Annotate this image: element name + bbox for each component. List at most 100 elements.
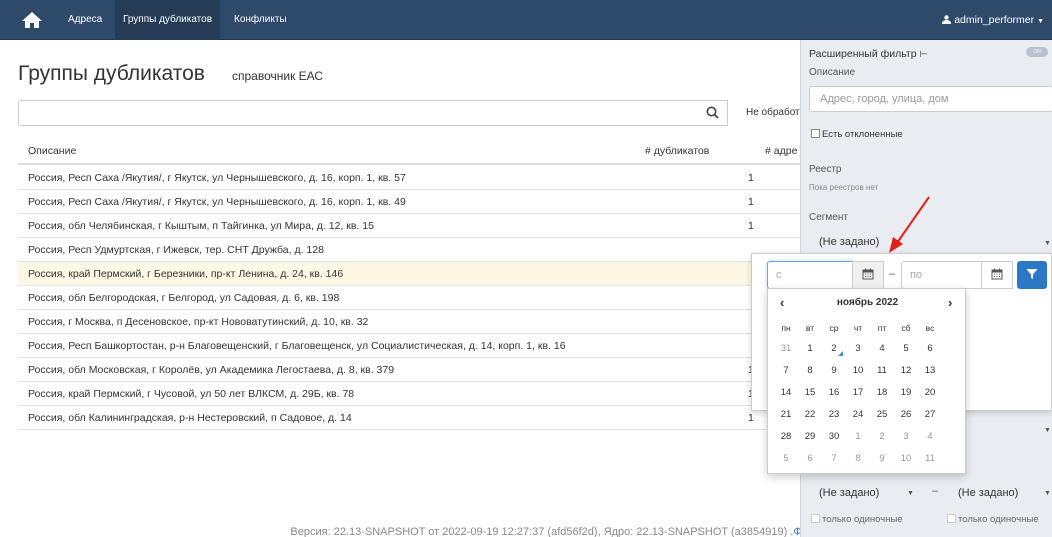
nav-duplicate-groups[interactable]: Группы дубликатов [115,0,221,40]
search-input[interactable] [18,100,699,126]
col-addresses-count[interactable]: # адре [765,138,797,165]
calendar-day[interactable]: 22 [798,405,822,425]
row-description: Россия, Респ Саха /Якутия/, г Якутск, ул… [28,196,406,208]
description-input[interactable]: Адрес, город, улица, дом [809,86,1052,112]
calendar-day[interactable]: 10 [894,449,918,469]
table-row[interactable]: Россия, обл Калининградская, р-н Нестеро… [18,406,800,430]
page-title: Группы дубликатов [18,62,205,85]
calendar-day[interactable]: 15 [798,383,822,403]
calendar-day[interactable]: 21 [774,405,798,425]
calendar-day[interactable]: 9 [870,449,894,469]
date-to-input[interactable]: по [901,261,983,289]
calendar-day[interactable]: 1 [846,427,870,447]
calendar-day[interactable]: 26 [894,405,918,425]
calendar-day[interactable]: 25 [870,405,894,425]
search-icon [706,106,719,119]
calendar-day[interactable]: 5 [774,449,798,469]
calendar-day[interactable]: 27 [918,405,942,425]
table-row[interactable]: Россия, Респ Саха /Якутия/, г Якутск, ул… [18,166,800,190]
only-single-right-checkbox[interactable]: только одиночные [947,514,1039,525]
registry-label: Реестр [809,164,842,175]
search-button[interactable] [698,100,728,126]
table-header: Описание # дубликатов # адре [18,138,800,165]
calendar-day[interactable]: 28 [774,427,798,447]
table-row[interactable]: Россия, Респ Саха /Якутия/, г Якутск, ул… [18,190,800,214]
chevron-down-icon: ▼ [1044,240,1051,247]
calendar-day[interactable]: 7 [774,361,798,381]
table-row[interactable]: Россия, Респ Башкортостан, р-н Благовеще… [18,334,800,358]
date-from-input[interactable]: с [767,261,853,289]
col-duplicates-count[interactable]: # дубликатов [645,138,709,165]
rejected-checkbox[interactable]: Есть отклоненные [811,129,903,140]
table-row[interactable]: Россия, г Москва, п Десеновское, пр-кт Н… [18,310,800,334]
filter-toggle[interactable]: ON [1026,47,1048,57]
table-row[interactable]: Россия, край Пермский, г Чусовой, ул 50 … [18,382,800,406]
calendar-weekday: чт [853,323,863,333]
col-description[interactable]: Описание [28,138,76,165]
calendar-day[interactable]: 11 [870,361,894,381]
table-row[interactable]: Россия, Респ Удмуртская, г Ижевск, тер. … [18,238,800,262]
calendar-day[interactable]: 4 [918,427,942,447]
calendar-day[interactable]: 30 [822,427,846,447]
table-row[interactable]: Россия, обл Белгородская, г Белгород, ул… [18,286,800,310]
calendar-day[interactable]: 10 [846,361,870,381]
table-row[interactable]: Россия, край Пермский, г Березники, пр-к… [18,262,800,286]
calendar-day[interactable]: 6 [918,339,942,359]
nav-addresses[interactable]: Адреса [60,0,110,40]
calendar-day[interactable]: 5 [894,339,918,359]
row-duplicates-count: 1 [748,172,754,184]
calendar-day[interactable]: 9 [822,361,846,381]
chevron-down-icon: ▼ [1044,427,1051,434]
date-from-calendar-button[interactable] [852,261,884,289]
nav-conflicts[interactable]: Конфликты [226,0,295,40]
calendar-day[interactable]: 4 [870,339,894,359]
calendar-day[interactable]: 14 [774,383,798,403]
calendar-day[interactable]: 8 [846,449,870,469]
calendar-month-title[interactable]: ноябрь 2022 [768,297,967,308]
version-footer: Версия: 22.13-SNAPSHOT от 2022-09-19 12:… [0,526,830,537]
calendar-day[interactable]: 3 [846,339,870,359]
pin-icon[interactable]: ⊢ [920,49,928,59]
row-description: Россия, Респ Башкортостан, р-н Благовеще… [28,340,566,352]
calendar-day[interactable]: 16 [822,383,846,403]
calendar-day[interactable]: 7 [822,449,846,469]
user-menu[interactable]: admin_performer ▼ [942,0,1044,40]
apply-filter-button[interactable] [1017,261,1047,289]
bottom-select-right[interactable]: (Не задано) [948,481,1052,505]
calendar-day[interactable]: 19 [894,383,918,403]
calendar-day[interactable]: 17 [846,383,870,403]
calendar-day[interactable]: 2 [822,339,846,359]
only-single-left-checkbox[interactable]: только одиночные [811,514,903,525]
calendar-day[interactable]: 31 [774,339,798,359]
calendar-day[interactable]: 1 [798,339,822,359]
calendar-day[interactable]: 11 [918,449,942,469]
calendar-day[interactable]: 23 [822,405,846,425]
table-row[interactable]: Россия, обл Московская, г Королёв, ул Ак… [18,358,800,382]
version-text: Версия: 22.13-SNAPSHOT от 2022-09-19 12:… [290,526,791,537]
calendar-day[interactable]: 13 [918,361,942,381]
status-filter-select[interactable]: Не обработ [746,100,800,126]
calendar-day[interactable]: 8 [798,361,822,381]
calendar-day[interactable]: 18 [870,383,894,403]
row-description: Россия, обл Белгородская, г Белгород, ул… [28,292,340,304]
calendar-icon [991,268,1003,280]
calendar-day[interactable]: 29 [798,427,822,447]
home-icon[interactable] [21,11,43,29]
calendar-day[interactable]: 20 [918,383,942,403]
page-subtitle: справочник ЕАС [232,69,324,83]
calendar-day[interactable]: 2 [870,427,894,447]
next-month-button[interactable]: › [948,295,952,310]
calendar-day[interactable]: 24 [846,405,870,425]
filter-icon [1026,269,1038,279]
calendar-day[interactable]: 12 [894,361,918,381]
date-to-calendar-button[interactable] [981,261,1013,289]
table-row[interactable]: Россия, обл Челябинская, г Кыштым, п Тай… [18,214,800,238]
range-dash: – [932,485,939,497]
calendar-day[interactable]: 6 [798,449,822,469]
bottom-select-left[interactable]: (Не задано) [809,481,919,505]
row-duplicates-count: 1 [748,220,754,232]
calendar-day[interactable]: 3 [894,427,918,447]
chevron-down-icon: ▼ [1037,18,1044,25]
today-marker [838,351,843,356]
description-label: Описание [809,67,856,78]
